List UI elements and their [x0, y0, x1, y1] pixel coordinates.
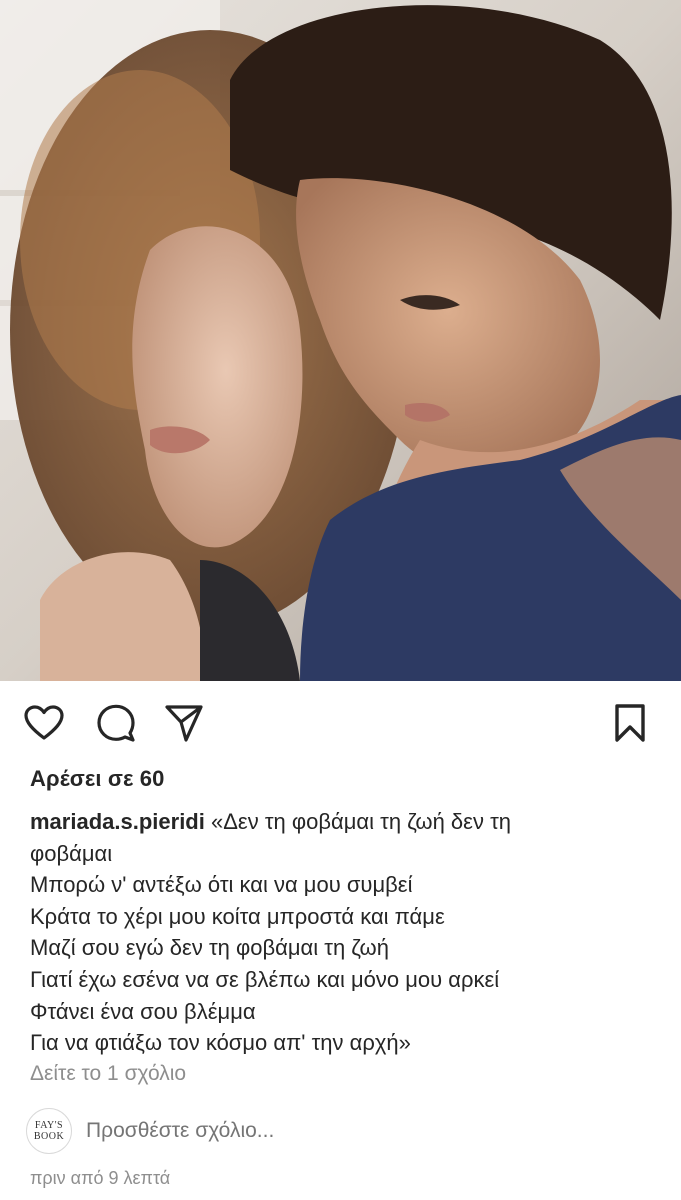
caption-line-2: φοβάμαι	[30, 840, 113, 866]
paper-plane-icon	[165, 705, 203, 742]
avatar-text-line2: BOOK	[33, 1131, 65, 1142]
avatar-text-line1: FAY'S	[34, 1120, 64, 1131]
post-image[interactable]	[0, 0, 681, 681]
comment-button[interactable]	[94, 701, 138, 745]
post-timestamp: πριν από 9 λεπτά	[30, 1168, 171, 1188]
comment-input[interactable]	[86, 1119, 606, 1143]
caption-line-3: Μπορώ ν' αντέξω ότι και να μου συμβεί	[30, 872, 413, 898]
likes-count[interactable]: Αρέσει σε 60	[30, 766, 164, 792]
view-comments-link[interactable]: Δείτε το 1 σχόλιο	[30, 1062, 186, 1086]
caption-line-7: Φτάνει ένα σου βλέμμα	[30, 998, 256, 1024]
action-bar	[0, 681, 681, 765]
bookmark-icon	[615, 704, 645, 742]
comment-bubble-icon	[97, 704, 135, 742]
caption-line-8: Για να φτιάξω τον κόσμο απ' την αρχή»	[30, 1030, 411, 1056]
post-photo	[0, 0, 681, 681]
heart-icon	[24, 705, 64, 740]
caption-line-6: Γιατί έχω εσένα να σε βλέπω και μόνο μου…	[30, 966, 500, 992]
caption-line-5: Μαζί σου εγώ δεν τη φοβάμαι τη ζωή	[30, 935, 389, 961]
add-comment-row: FAY'S BOOK	[26, 1106, 656, 1156]
caption-line-4: Κράτα το χέρι μου κοίτα μπροστά και πάμε	[30, 903, 445, 929]
caption-line-1: mariada.s.pieridi «Δεν τη φοβάμαι τη ζωή…	[30, 806, 660, 838]
share-button[interactable]	[162, 701, 206, 745]
caption-text: «Δεν τη φοβάμαι τη ζωή δεν τη	[204, 809, 512, 834]
save-button[interactable]	[608, 701, 652, 745]
caption-username[interactable]: mariada.s.pieridi	[30, 809, 205, 834]
post-caption: mariada.s.pieridi «Δεν τη φοβάμαι τη ζωή…	[30, 806, 660, 1059]
like-button[interactable]	[22, 701, 66, 745]
avatar[interactable]: FAY'S BOOK	[26, 1108, 72, 1154]
